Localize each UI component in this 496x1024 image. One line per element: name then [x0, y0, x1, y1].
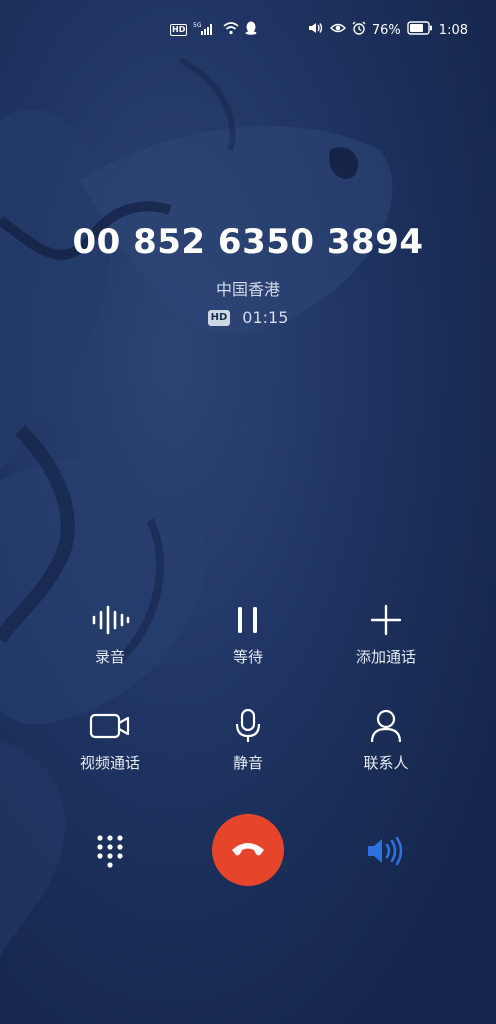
clock: 1:08 [438, 22, 468, 38]
contacts-button[interactable]: 联系人 [316, 706, 456, 773]
video-camera-icon [40, 706, 180, 746]
hd-badge: HD [207, 309, 231, 326]
pause-icon [178, 600, 318, 640]
signal-icon: 5G [193, 21, 217, 39]
hold-button[interactable]: 等待 [178, 600, 318, 667]
video-call-button[interactable]: 视频通话 [40, 706, 180, 773]
add-call-button[interactable]: 添加通话 [316, 600, 456, 667]
waveform-icon [40, 600, 180, 640]
end-call-button[interactable] [212, 814, 284, 886]
battery-icon [407, 21, 433, 39]
record-button[interactable]: 录音 [40, 600, 180, 667]
dialpad-icon[interactable] [96, 834, 124, 874]
battery-percent: 76% [371, 22, 401, 38]
call-header: 00 852 6350 3894 中国香港 HD 01:15 [0, 222, 496, 327]
status-bar: HD 5G 76% 1:08 [0, 18, 496, 42]
end-call-icon [230, 838, 266, 862]
penguin-icon [245, 21, 257, 39]
hold-label: 等待 [232, 648, 263, 666]
speaker-icon[interactable] [366, 836, 406, 870]
call-duration: 01:15 [242, 308, 289, 327]
eye-comfort-icon [329, 22, 346, 38]
volume-icon [308, 21, 324, 39]
microphone-icon [178, 706, 318, 746]
record-label: 录音 [94, 648, 125, 666]
mute-button[interactable]: 静音 [178, 706, 318, 773]
contacts-label: 联系人 [363, 754, 409, 772]
video-call-label: 视频通话 [79, 754, 140, 772]
caller-location: 中国香港 [215, 280, 280, 299]
bottom-bar [0, 814, 496, 904]
contact-icon [316, 706, 456, 746]
plus-icon [316, 600, 456, 640]
add-call-label: 添加通话 [355, 648, 416, 666]
hd-voice-indicator: HD [170, 24, 188, 36]
mute-label: 静音 [232, 754, 263, 772]
phone-number: 00 852 6350 3894 [72, 222, 424, 262]
wifi-icon [223, 21, 239, 39]
call-duration-row: HD 01:15 [0, 308, 496, 327]
svg-text:5G: 5G [193, 22, 202, 29]
alarm-icon [352, 21, 366, 39]
